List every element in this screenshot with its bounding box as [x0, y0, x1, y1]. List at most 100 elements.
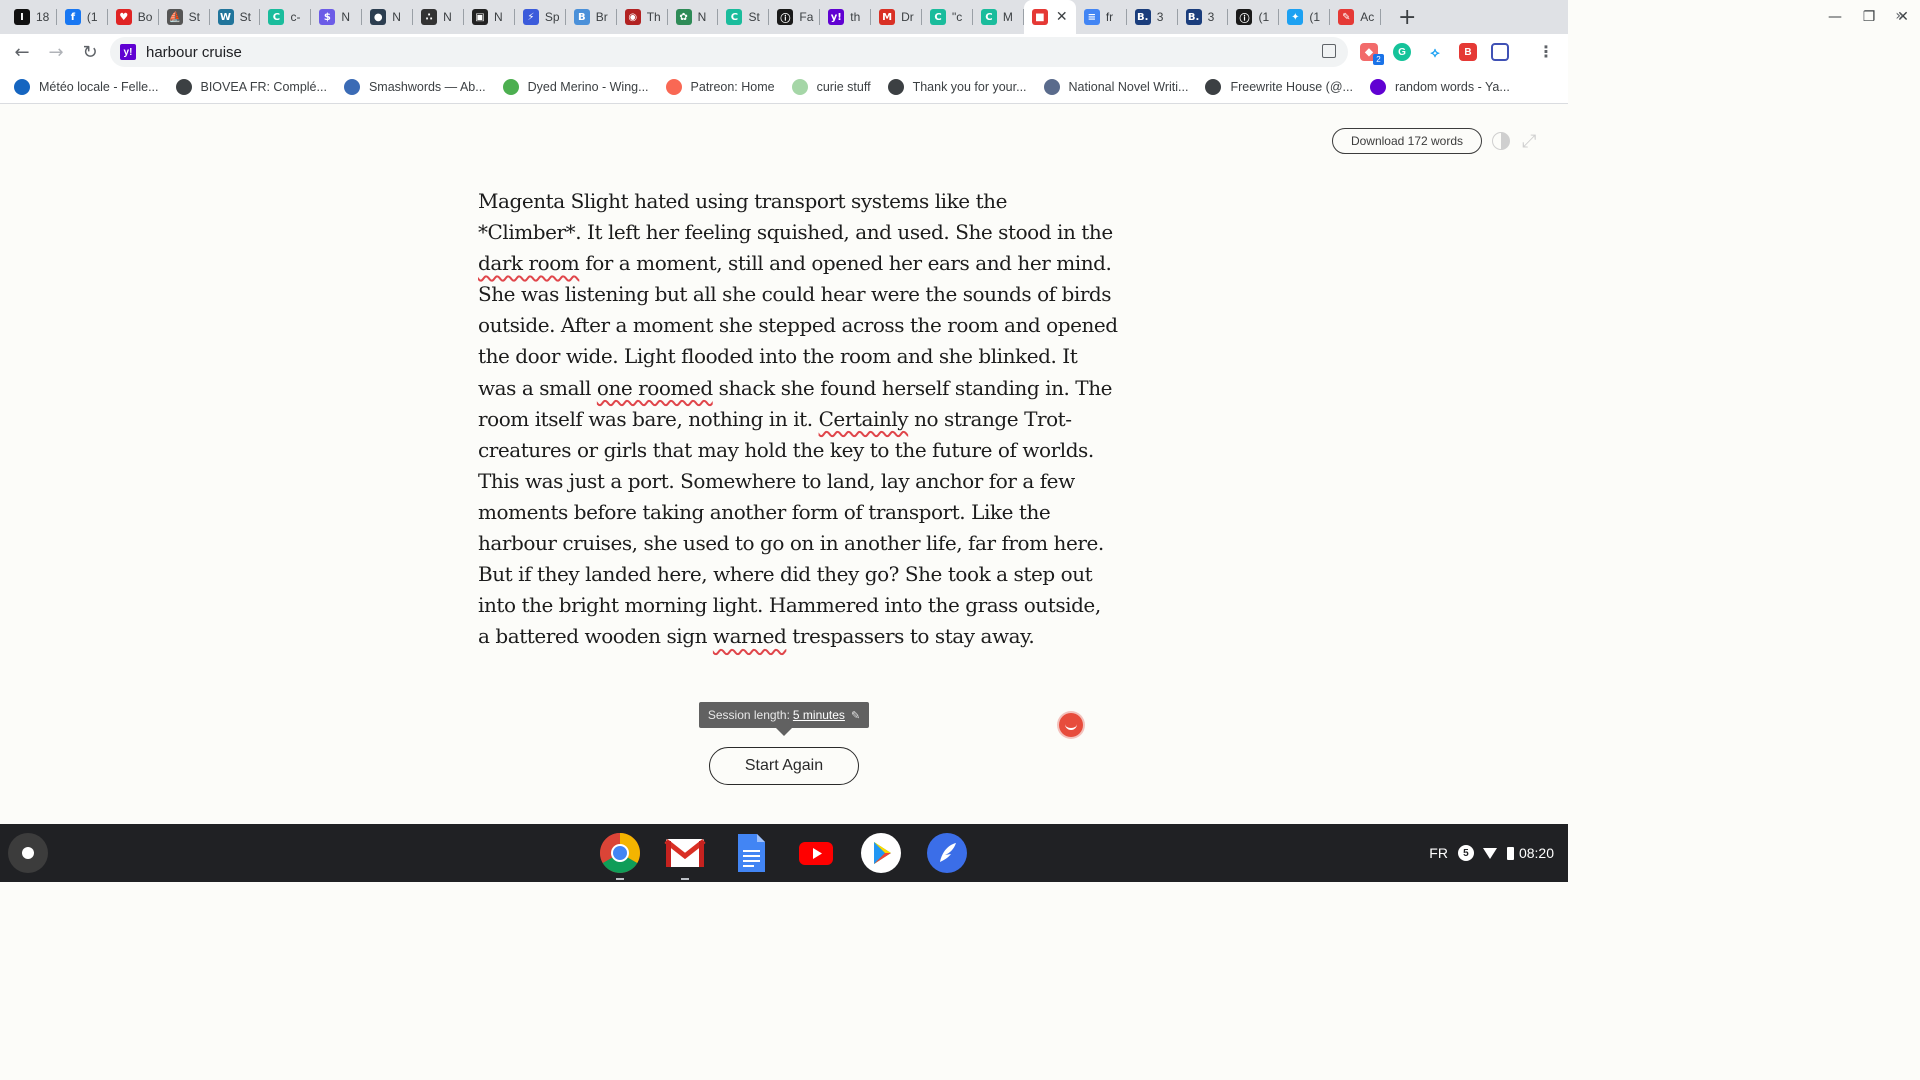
address-bar[interactable]: y! harbour cruise [110, 37, 1348, 67]
grammarly-icon[interactable]: G [1393, 43, 1411, 61]
forward-icon[interactable]: → [39, 35, 73, 69]
b-extension-icon[interactable]: B [1459, 43, 1477, 61]
red-square-icon: ■ [1031, 9, 1048, 25]
os-shelf: FR 5 08:20 [0, 824, 1568, 882]
chrome-icon[interactable] [599, 832, 641, 874]
bookmark-item[interactable]: BIOVEA FR: Complé... [175, 73, 327, 101]
feather-app-icon[interactable] [926, 832, 968, 874]
tab-title: Sp [544, 10, 560, 24]
minimize-icon[interactable]: — [1818, 9, 1852, 25]
browser-tab[interactable]: ⓘ Fa [769, 0, 821, 34]
youtube-icon[interactable] [795, 832, 837, 874]
fullscreen-icon[interactable]: ⤢ [1522, 131, 1536, 152]
browser-tab[interactable]: y! th [820, 0, 872, 34]
tab-title: N [697, 10, 707, 24]
bookmark-item[interactable]: Freewrite House (@... [1205, 73, 1353, 101]
wordpress-icon: W [217, 9, 234, 25]
bookmarks-overflow-icon[interactable]: » [1895, 8, 1904, 24]
back-icon[interactable]: ← [5, 35, 39, 69]
browser-tab[interactable]: ✎ Ac [1330, 0, 1382, 34]
medium-icon: ⓘ [1236, 9, 1253, 25]
globe-icon [887, 78, 904, 95]
story-text-segment: moments before taking another form of tr… [478, 499, 1051, 524]
browser-tab[interactable]: B. 3 [1178, 0, 1229, 34]
browser-tab[interactable]: ■ ✕ [1023, 0, 1076, 34]
bookmark-item[interactable]: random words - Ya... [1369, 73, 1510, 101]
bookmark-label: BIOVEA FR: Complé... [200, 79, 327, 94]
story-line: outside. After a moment she stepped acro… [478, 310, 1118, 341]
story-text-segment: shack she found herself standing in. The [712, 375, 1113, 400]
story-line: dark room for a moment, still and opened… [478, 248, 1112, 279]
browser-tab[interactable]: $ N [311, 0, 363, 34]
restore-icon[interactable]: ❐ [1852, 9, 1886, 25]
bookmark-item[interactable]: curie stuff [791, 73, 871, 101]
bookmark-i-icon: I [14, 9, 30, 25]
close-tab-icon[interactable]: ✕ [1056, 9, 1068, 25]
browser-tab[interactable]: ✦ (1 [1279, 0, 1331, 34]
notification-count: 5 [1457, 845, 1474, 861]
browser-menu-icon[interactable]: ⋮ [1538, 42, 1554, 61]
browser-tab[interactable]: ▣ N [464, 0, 515, 34]
address-text[interactable]: harbour cruise [146, 44, 242, 61]
wifi-icon [1482, 847, 1497, 859]
story-text-segment: creatures or girls that may hold the key… [478, 437, 1094, 462]
browser-tab[interactable]: C St [718, 0, 770, 34]
gmail-icon[interactable] [664, 832, 706, 874]
docs-icon[interactable] [730, 832, 772, 874]
dollar-icon: $ [319, 9, 336, 25]
launcher-icon[interactable] [8, 833, 48, 873]
download-button[interactable]: Download 172 words [1332, 128, 1482, 154]
bookmark-item[interactable]: Dyed Merino - Wing... [502, 73, 649, 101]
bookmark-label: curie stuff [816, 79, 871, 94]
start-again-button[interactable]: Start Again [709, 747, 859, 785]
browser-tab[interactable]: ⚡ Sp [515, 0, 566, 34]
tab-title: (1 [86, 10, 98, 24]
tab-title: "c [952, 10, 963, 24]
b-icon: B. [1185, 9, 1202, 25]
globe-icon [1205, 78, 1222, 95]
browser-tab[interactable]: ≡ fr [1076, 0, 1127, 34]
new-tab-icon[interactable]: + [1395, 5, 1419, 30]
browser-tab[interactable]: f (1 [57, 0, 108, 34]
browser-tab[interactable]: W St [210, 0, 261, 34]
browser-tab[interactable]: ♥ Bo [108, 0, 159, 34]
story-text[interactable]: Magenta Slight hated using transport sys… [478, 186, 1118, 652]
session-value[interactable]: 5 minutes [793, 708, 845, 722]
shield-extension-icon[interactable] [1491, 43, 1509, 61]
running-indicator [681, 878, 689, 880]
story-line: into the bright morning light. Hammered … [478, 590, 1101, 621]
open-in-tab-icon[interactable] [1322, 44, 1336, 58]
bookmark-label: Smashwords — Ab... [368, 79, 486, 94]
edit-pencil-icon[interactable]: ✎ [851, 709, 860, 722]
tab-title: c- [290, 10, 301, 24]
story-line: She was listening but all she could hear… [478, 279, 1112, 310]
browser-tab[interactable]: I 18 [6, 0, 57, 34]
browser-tab[interactable]: Cc- [260, 0, 312, 34]
browser-tab[interactable]: ⓘ (1 [1228, 0, 1280, 34]
browser-tab[interactable]: M Dr [871, 0, 922, 34]
reload-icon[interactable]: ↻ [73, 35, 107, 69]
bookmark-item[interactable]: National Novel Writi... [1043, 73, 1188, 101]
bookmark-item[interactable]: Patreon: Home [665, 73, 775, 101]
browser-tab[interactable]: CM [973, 0, 1024, 34]
browser-tab[interactable]: ⛵ St [159, 0, 210, 34]
browser-tab[interactable]: ✿ N [668, 0, 719, 34]
browser-tab[interactable]: B. 3 [1127, 0, 1178, 34]
story-line: a battered wooden sign warned trespasser… [478, 621, 1098, 652]
browser-tab[interactable]: ◉ Th [617, 0, 668, 34]
browser-tab[interactable]: B Br [566, 0, 617, 34]
bookmark-label: Thank you for your... [912, 79, 1027, 94]
browser-tab[interactable]: ∴ N [413, 0, 464, 34]
bookmark-item[interactable]: Météo locale - Felle... [14, 73, 159, 101]
system-tray[interactable]: FR 5 08:20 [1429, 838, 1554, 868]
contrast-toggle-icon[interactable] [1492, 132, 1510, 150]
bird-extension-icon[interactable]: ⟡ [1426, 43, 1444, 61]
story-line: the door wide. Light flooded into the ro… [478, 341, 1098, 372]
bookmark-item[interactable]: Smashwords — Ab... [343, 73, 486, 101]
heart-icon: ♥ [115, 9, 132, 25]
bookmark-item[interactable]: Thank you for your... [887, 73, 1027, 101]
browser-tab[interactable]: C "c [922, 0, 973, 34]
tab-title: St [188, 10, 201, 24]
play-store-icon[interactable] [860, 832, 902, 874]
browser-tab[interactable]: ● N [362, 0, 414, 34]
